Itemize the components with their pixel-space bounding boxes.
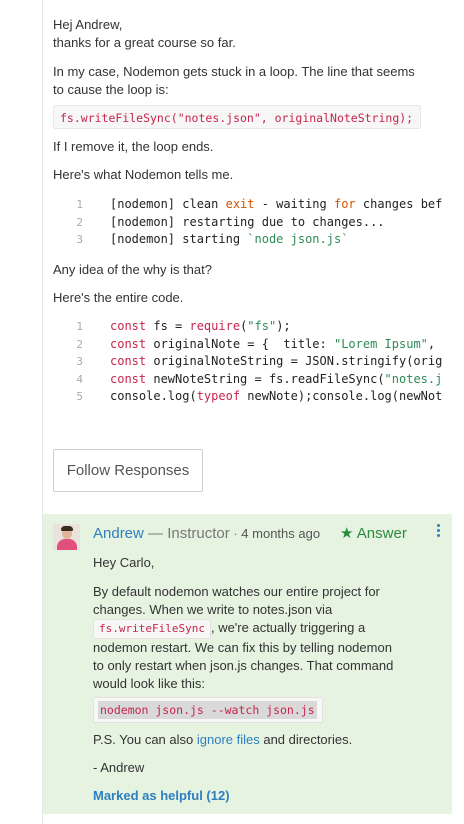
follow-responses-button[interactable]: Follow Responses xyxy=(53,449,203,492)
line-number: 1 xyxy=(76,320,83,333)
ignore-files-link[interactable]: ignore files xyxy=(197,732,260,747)
answer-para1-rest: nodemon restart. We can fix this by tell… xyxy=(93,640,394,691)
source-code-line: 5 console.log(typeof newNote);console.log… xyxy=(53,388,464,406)
line-number: 5 xyxy=(76,390,83,403)
answer-para1-before: By default nodemon watches our entire pr… xyxy=(93,584,380,617)
code-text: console.log(typeof newNote);console.log(… xyxy=(110,389,443,403)
instructor-answer: Andrew — Instructor · 4 months ago ★ Ans… xyxy=(43,514,452,814)
ps-before: P.S. You can also xyxy=(93,732,197,747)
code-text: [nodemon] restarting due to changes... xyxy=(110,214,385,229)
code-text: [nodemon] clean exit - waiting for chang… xyxy=(110,197,443,211)
ps-after: and directories. xyxy=(259,732,353,747)
answer-badge-label: Answer xyxy=(356,525,407,542)
more-options-icon[interactable] xyxy=(434,524,442,540)
nodemon-output-codeblock: 1 [nodemon] clean exit - waiting for chan… xyxy=(53,196,464,249)
source-code-line: 1 const fs = require("fs"); xyxy=(53,318,464,336)
line-number: 4 xyxy=(76,372,83,386)
line-number: 2 xyxy=(76,215,83,229)
source-codeblock: 1 const fs = require("fs"); 2 const origina… xyxy=(53,318,464,406)
question-why-text: Any idea of the why is that? xyxy=(53,262,212,277)
code-text: [nodemon] starting `node json.js` xyxy=(110,232,349,246)
answer-badge: ★ Answer xyxy=(340,524,407,544)
command-codeblock: nodemon json.js --watch json.js xyxy=(93,697,323,723)
question-problem-text: In my case, Nodemon gets stuck in a loop… xyxy=(53,64,415,97)
code-text: const originalNote = { title: "Lorem Ips… xyxy=(110,336,436,351)
source-code-line: 2 const originalNote = { title: "Lorem Ip… xyxy=(53,336,464,354)
line-number: 1 xyxy=(76,198,83,211)
inline-code-writefilesync-answer: fs.writeFileSync xyxy=(93,619,211,639)
nodemon-output-line: 3 [nodemon] starting `node json.js` xyxy=(53,231,464,249)
answer-ps: P.S. You can also ignore files and direc… xyxy=(93,731,352,749)
code-text: const newNoteString = fs.readFileSync("n… xyxy=(110,371,443,386)
answer-para1-after: , we're actually triggering a xyxy=(210,620,366,635)
answer-paragraph-1: By default nodemon watches our entire pr… xyxy=(93,583,393,693)
answer-author-line: Andrew — Instructor · 4 months ago xyxy=(93,524,320,544)
author-name-link[interactable]: Andrew xyxy=(93,525,144,542)
command-text: nodemon json.js --watch json.js xyxy=(98,701,317,719)
answer-time-ago: 4 months ago xyxy=(241,526,321,541)
line-number: 3 xyxy=(76,233,83,246)
author-role: Instructor xyxy=(167,525,230,542)
inline-code-writefilesync: fs.writeFileSync("notes.json", originalN… xyxy=(53,105,421,129)
avatar[interactable] xyxy=(53,524,80,550)
line-number: 2 xyxy=(76,337,83,351)
question-greeting: Hej Andrew, thanks for a great course so… xyxy=(53,17,236,50)
question-remove-text: If I remove it, the loop ends. xyxy=(53,139,214,154)
source-code-line: 3 const originalNoteString = JSON.stringi… xyxy=(53,353,464,371)
source-code-line: 4 const newNoteString = fs.readFileSync("… xyxy=(53,371,464,389)
code-text: const fs = require("fs"); xyxy=(110,319,291,333)
author-separator: — xyxy=(143,525,168,542)
meta-dot: · xyxy=(229,526,242,541)
code-text: const originalNoteString = JSON.stringif… xyxy=(110,354,443,368)
answer-signoff: - Andrew xyxy=(93,760,145,775)
answer-greeting: Hey Carlo, xyxy=(93,555,155,570)
question-entire-code-text: Here's the entire code. xyxy=(53,290,184,305)
line-number: 3 xyxy=(76,355,83,368)
question-nodemon-intro: Here's what Nodemon tells me. xyxy=(53,167,234,182)
nodemon-output-line: 2 [nodemon] restarting due to changes... xyxy=(53,214,464,232)
star-icon: ★ xyxy=(340,525,354,542)
marked-helpful-link[interactable]: Marked as helpful (12) xyxy=(93,788,230,803)
nodemon-output-line: 1 [nodemon] clean exit - waiting for chan… xyxy=(53,196,464,214)
